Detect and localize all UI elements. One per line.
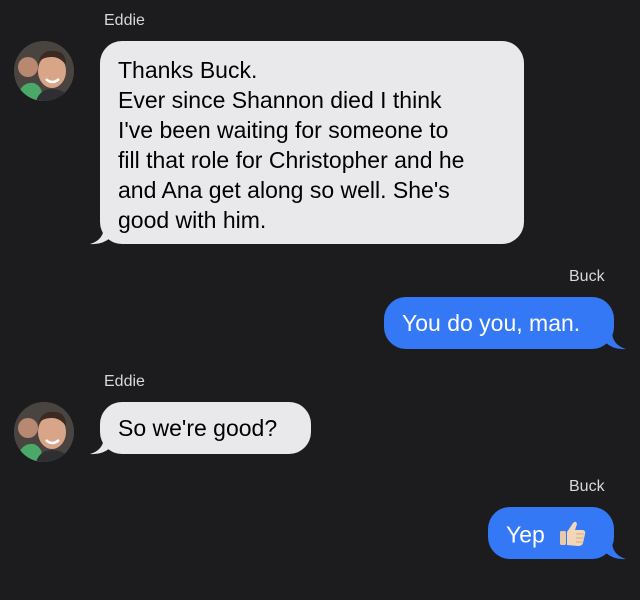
sender-name-eddie: Eddie (104, 373, 145, 390)
thumbs-up-emoji-icon (557, 518, 587, 555)
bubble-tail-incoming (90, 436, 110, 455)
bubble-tail-outgoing (606, 331, 626, 350)
contact-avatar-icon[interactable] (14, 402, 74, 462)
bubble-tail-outgoing (606, 541, 626, 560)
message-bubble-incoming[interactable]: Thanks Buck. Ever since Shannon died I t… (100, 41, 524, 244)
bubble-tail-incoming (90, 226, 110, 245)
message-bubble-outgoing[interactable]: You do you, man. (384, 297, 614, 349)
message-text: Yep (506, 521, 545, 548)
contact-avatar-icon[interactable] (14, 41, 74, 101)
sender-name-buck: Buck (569, 268, 605, 285)
sender-name-eddie: Eddie (104, 12, 145, 29)
message-bubble-incoming[interactable]: So we're good? (100, 402, 311, 454)
message-text: Thanks Buck. Ever since Shannon died I t… (118, 57, 465, 233)
sender-name-buck: Buck (569, 478, 605, 495)
message-text: You do you, man. (402, 310, 581, 336)
message-bubble-outgoing[interactable]: Yep (488, 507, 614, 559)
message-text: So we're good? (118, 415, 278, 441)
